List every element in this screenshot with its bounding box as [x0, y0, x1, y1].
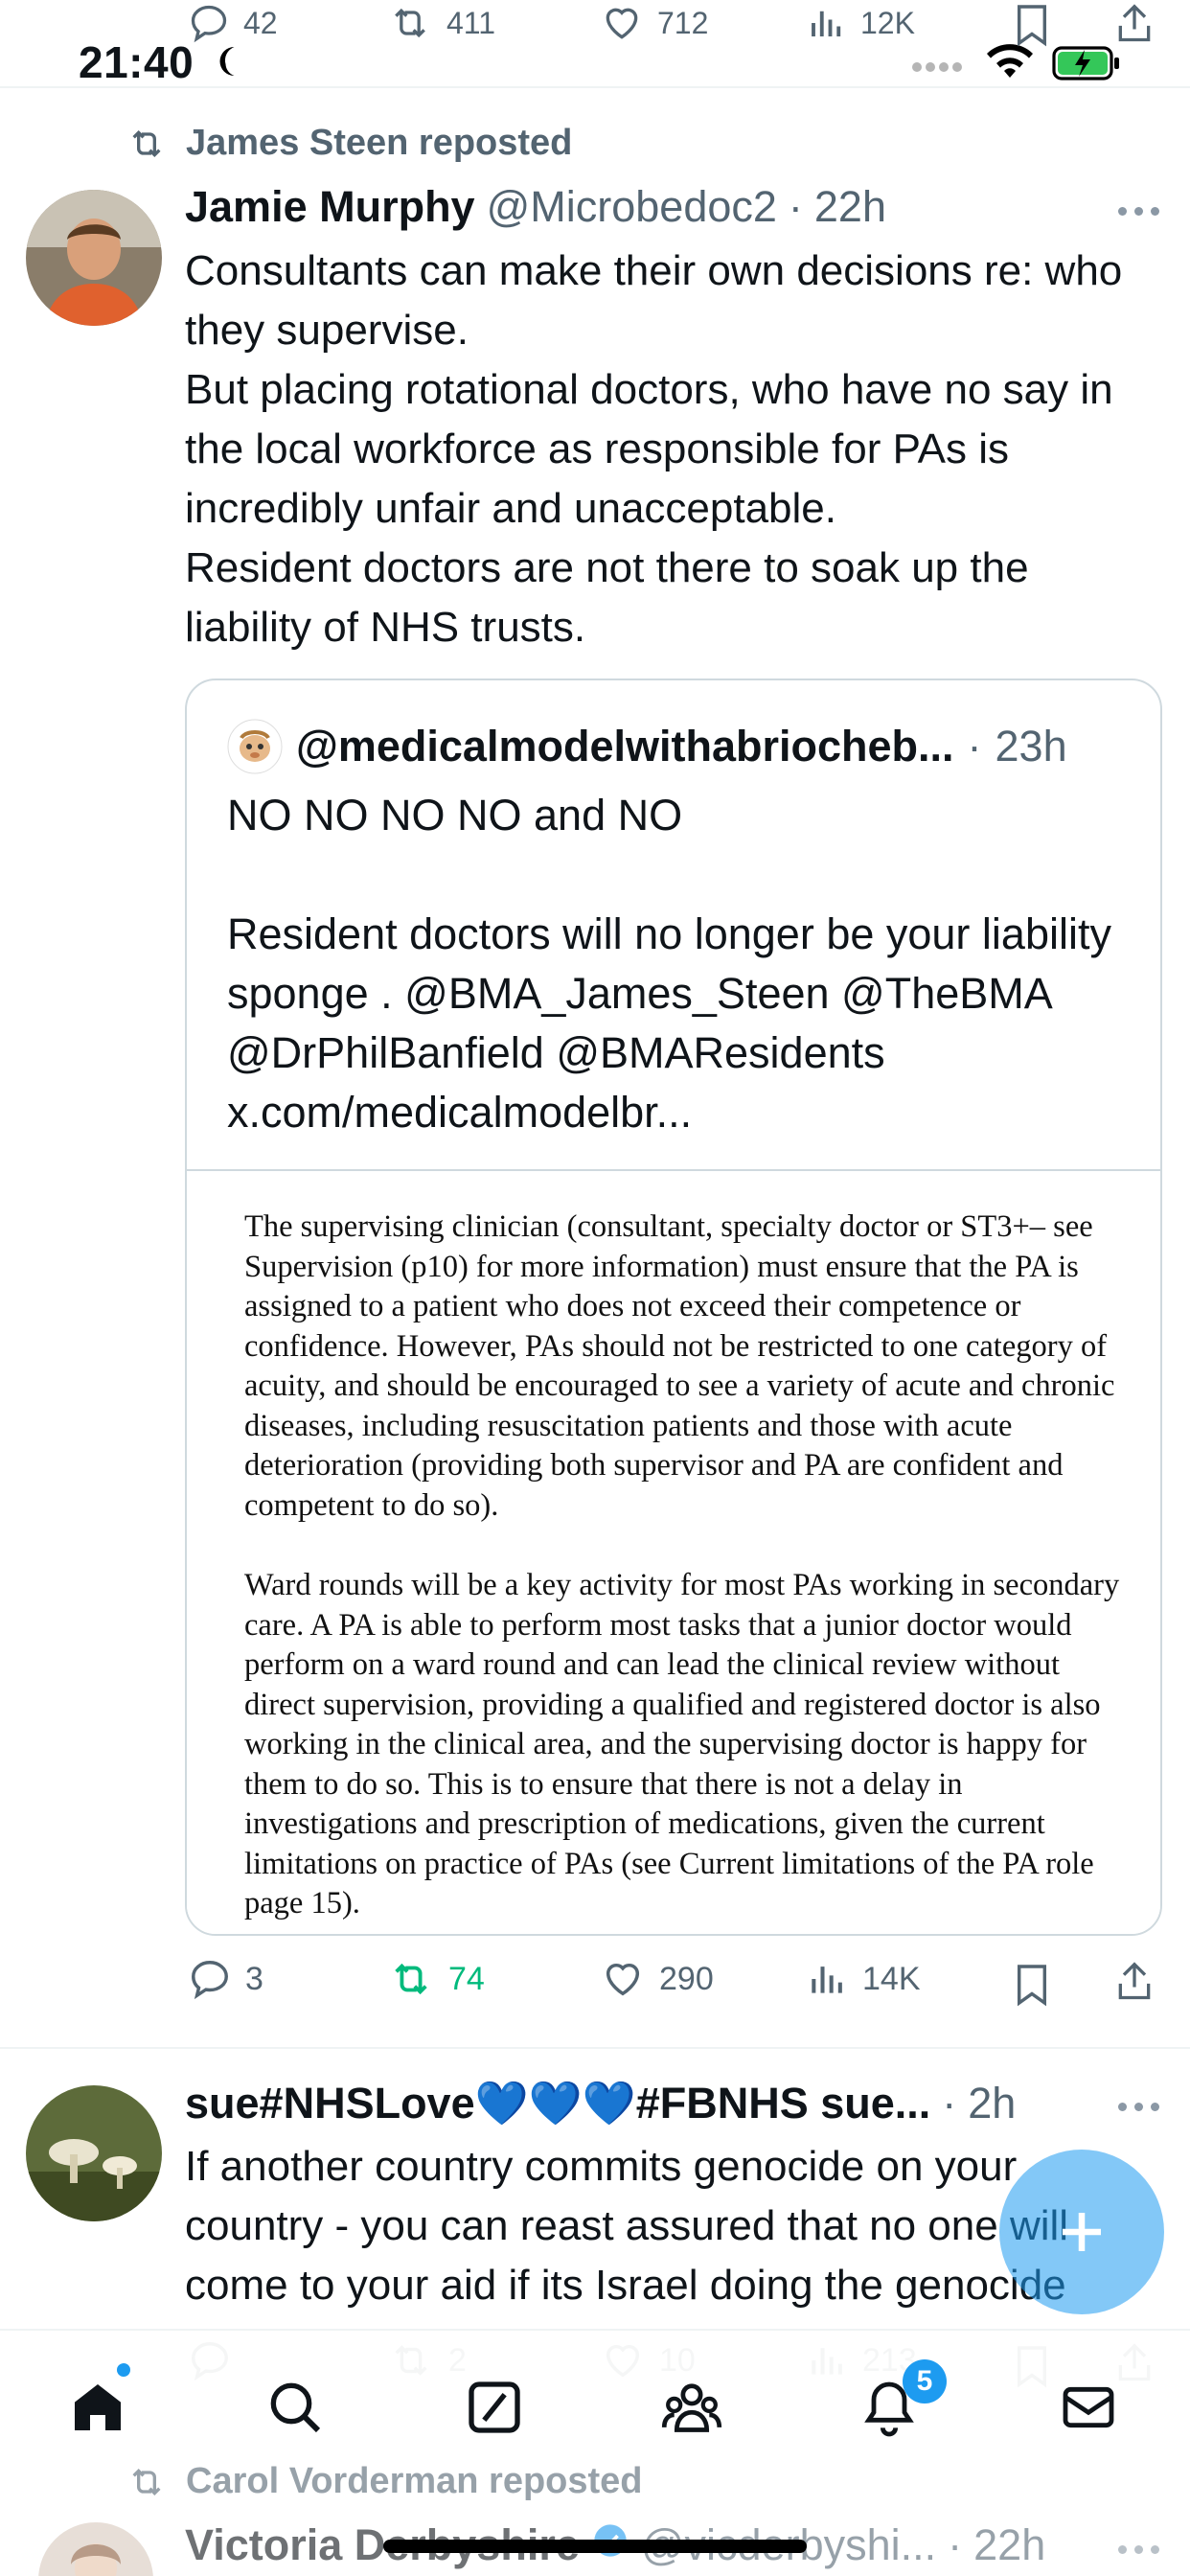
- quoted-tweet[interactable]: @medicalmodelwithabriocheb... · 23h NO N…: [185, 678, 1162, 1936]
- divider: [0, 2047, 1190, 2049]
- quoted-line: NO NO NO NO and NO: [227, 791, 683, 840]
- quoted-tweet-header: @medicalmodelwithabriocheb... · 23h: [227, 719, 1067, 774]
- reply-icon: [191, 5, 227, 43]
- tweet-time[interactable]: 22h: [814, 182, 886, 232]
- repost-icon: [395, 8, 425, 38]
- author-name[interactable]: Jamie Murphy: [185, 182, 475, 232]
- tab-home[interactable]: [59, 2369, 136, 2446]
- document-excerpt: The supervising clinician (consultant, s…: [244, 1208, 1135, 1924]
- more-icon[interactable]: [1118, 207, 1159, 216]
- avatar-photo: [26, 190, 162, 326]
- tab-messages[interactable]: [1050, 2369, 1127, 2446]
- tweet-paragraph: Consultants can make their own decisions…: [185, 247, 1123, 354]
- repost-by-label: Carol Vorderman reposted: [186, 2461, 643, 2501]
- bookmark-icon[interactable]: [1014, 2, 1050, 48]
- repost-icon: [132, 129, 161, 157]
- next-tweet-peek: Carol Vorderman reposted Victoria Derbys…: [0, 2453, 1190, 2576]
- author-name[interactable]: sue#NHSLove💙💙💙#FBNHS sue...: [185, 2078, 930, 2128]
- communities-icon: [661, 2383, 722, 2432]
- like-button[interactable]: 712: [600, 2, 708, 44]
- separator: ·: [788, 182, 803, 231]
- reply-icon: [192, 1961, 228, 2000]
- search-icon: [270, 2382, 321, 2433]
- like-button[interactable]: 290: [600, 1957, 714, 2001]
- document-paragraph: Ward rounds will be a key activity for m…: [244, 1568, 1120, 1920]
- quoted-tweet-time[interactable]: 23h: [995, 722, 1067, 771]
- repost-indicator[interactable]: James Steen reposted: [125, 123, 572, 164]
- repost-button[interactable]: 74: [387, 1957, 485, 2001]
- tweet-time[interactable]: 2h: [968, 2079, 1016, 2128]
- tweet-header: Jamie Murphy @Microbedoc2 · 22h: [185, 182, 886, 232]
- more-icon[interactable]: [1118, 2103, 1159, 2111]
- views-count: 12K: [860, 5, 915, 40]
- quoted-tweet-text: NO NO NO NO and NO Resident doctors will…: [227, 786, 1137, 1142]
- quoted-author-handle[interactable]: @medicalmodelwithabriocheb...: [296, 722, 954, 771]
- views-count: 14K: [862, 1960, 921, 1997]
- share-icon[interactable]: [1113, 1957, 1156, 2007]
- separator: ·: [967, 722, 982, 770]
- share-icon[interactable]: [1113, 0, 1156, 48]
- repost-icon: [395, 1963, 427, 1995]
- previous-tweet-actions: 42 411 712 12K: [0, 0, 1190, 54]
- repost-count: 411: [446, 5, 496, 40]
- repost-by-label: James Steen reposted: [186, 123, 573, 163]
- views-button[interactable]: 14K: [807, 1957, 921, 2001]
- views-icon: [812, 11, 841, 36]
- tweet-time[interactable]: 22h: [973, 2520, 1045, 2570]
- tweet-header: sue#NHSLove💙💙💙#FBNHS sue... · 2h: [185, 2078, 1016, 2128]
- home-icon: [75, 2384, 121, 2430]
- repost-button[interactable]: 411: [387, 2, 495, 44]
- avatar[interactable]: [38, 2522, 153, 2576]
- repost-icon: [132, 2468, 161, 2496]
- tweet-paragraph: But placing rotational doctors, who have…: [185, 366, 1113, 532]
- quoted-line: Resident doctors will no longer be your …: [227, 909, 1111, 1137]
- more-icon[interactable]: [1118, 2545, 1159, 2554]
- avatar-photo: [26, 2085, 162, 2221]
- views-button[interactable]: 12K: [807, 2, 915, 44]
- bookmark-icon[interactable]: [1014, 1961, 1050, 2009]
- messages-icon: [1063, 2386, 1114, 2428]
- reply-button[interactable]: 3: [188, 1957, 263, 2001]
- signal-dots-icon: [912, 59, 970, 72]
- avatar-photo: [38, 2522, 153, 2576]
- document-paragraph: The supervising clinician (consultant, s…: [244, 1209, 1115, 1523]
- avatar[interactable]: [227, 719, 283, 774]
- tweet-text: Consultants can make their own decisions…: [185, 242, 1162, 657]
- avatar[interactable]: [26, 190, 162, 326]
- separator: ·: [942, 2079, 957, 2128]
- reply-count: 3: [245, 1960, 263, 1997]
- notifications-badge: 5: [903, 2359, 947, 2404]
- tab-communities[interactable]: [653, 2369, 730, 2446]
- compose-button[interactable]: [999, 2150, 1164, 2314]
- tweet-paragraph: Resident doctors are not there to soak u…: [185, 544, 1029, 651]
- separator: ·: [948, 2520, 963, 2569]
- heart-icon: [606, 8, 638, 39]
- grok-icon: [469, 2381, 520, 2433]
- home-indicator: [383, 2540, 807, 2553]
- like-count: 712: [657, 5, 709, 40]
- author-handle[interactable]: @Microbedoc2: [487, 182, 777, 232]
- like-count: 290: [659, 1960, 714, 1997]
- tweet-actions: 3 74 290 14K: [0, 1957, 1190, 2014]
- avatar[interactable]: [26, 2085, 162, 2221]
- repost-indicator[interactable]: Carol Vorderman reposted: [125, 2461, 643, 2502]
- tab-search[interactable]: [257, 2369, 333, 2446]
- reply-count: 42: [243, 5, 278, 40]
- repost-count: 74: [448, 1960, 485, 1997]
- quoted-tweet-image[interactable]: The supervising clinician (consultant, s…: [187, 1169, 1160, 1934]
- tab-grok[interactable]: [456, 2369, 533, 2446]
- heart-icon: [606, 1963, 640, 1996]
- views-icon: [812, 1966, 842, 1993]
- reply-button[interactable]: 42: [188, 2, 278, 44]
- plus-icon: [1063, 2213, 1101, 2251]
